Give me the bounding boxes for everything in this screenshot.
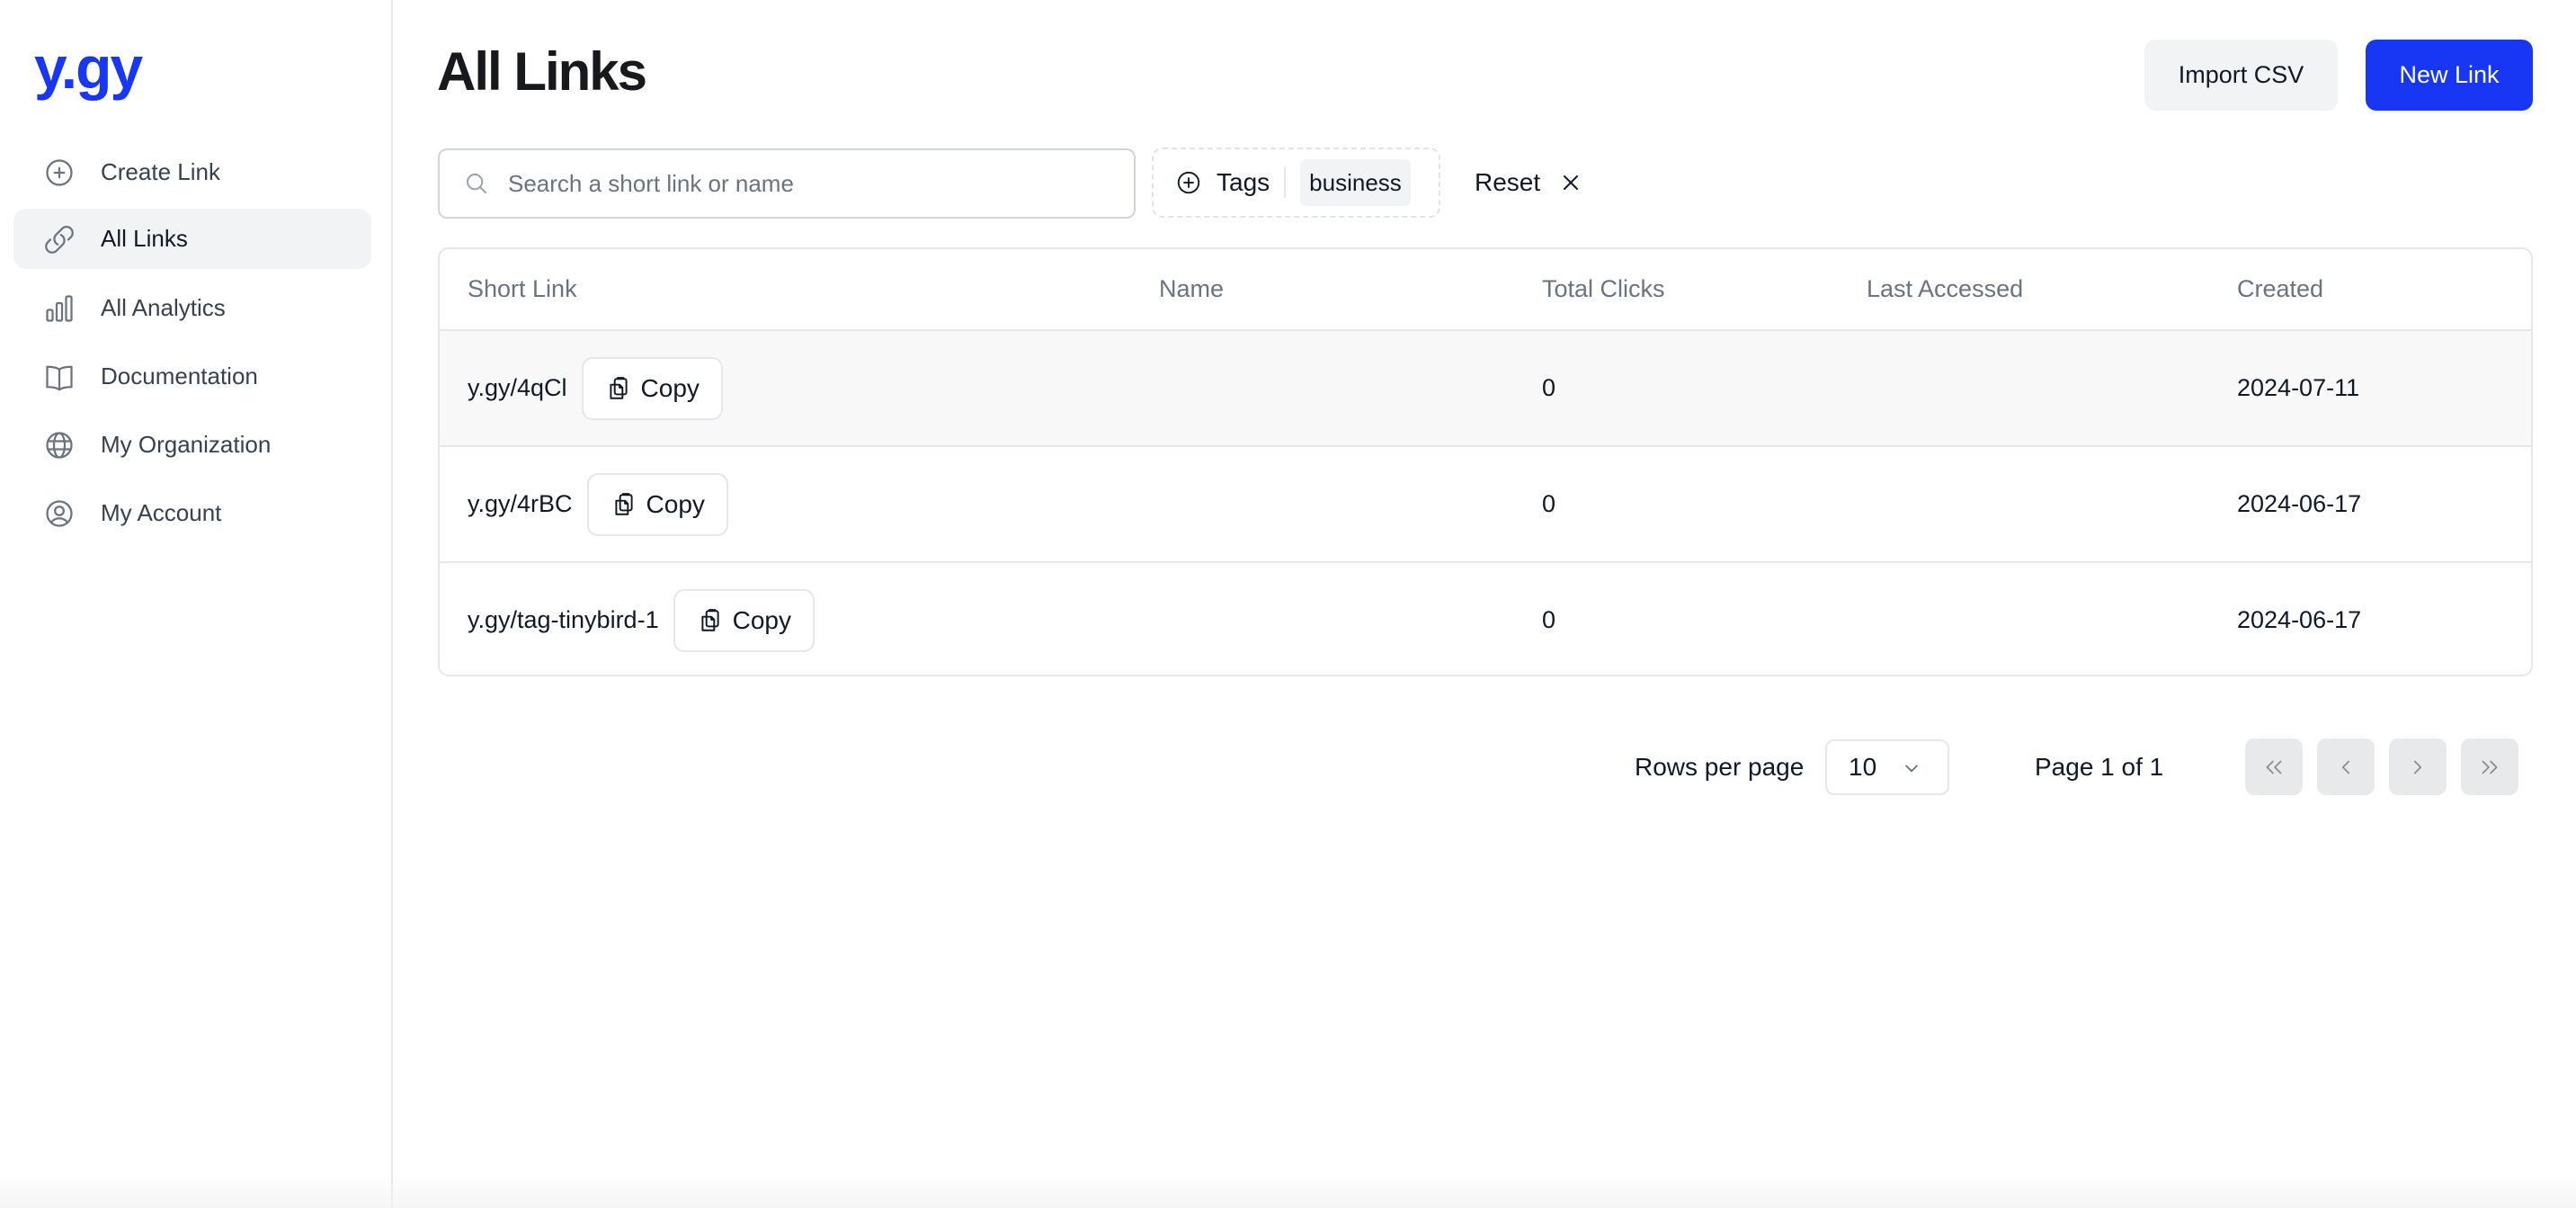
plus-circle-icon	[46, 158, 73, 186]
short-link[interactable]: y.gy/4qCl	[468, 374, 567, 402]
bar-chart-icon	[46, 294, 73, 322]
sidebar-item-all-links[interactable]: All Links	[13, 209, 371, 269]
links-table: Short Link Name Total Clicks Last Access…	[438, 247, 2533, 676]
next-page-button[interactable]	[2389, 738, 2447, 795]
short-link-cell: y.gy/4rBC Copy	[468, 447, 728, 561]
tags-filter-label: Tags	[1217, 168, 1270, 196]
copy-label: Copy	[640, 373, 700, 402]
page-title: All Links	[437, 41, 647, 102]
sidebar-item-label: Documentation	[101, 362, 258, 389]
sidebar-item-label: My Account	[101, 499, 222, 526]
link-icon	[45, 225, 74, 254]
page-info: Page 1 of 1	[2035, 753, 2164, 781]
short-link-cell: y.gy/4qCl Copy	[468, 331, 723, 445]
sidebar-item-documentation[interactable]: Documentation	[13, 346, 371, 407]
logo[interactable]: y.gy	[34, 38, 143, 97]
tags-filter-button[interactable]: Tags business	[1152, 148, 1440, 218]
column-header-name[interactable]: Name	[1159, 249, 1224, 329]
column-header-created[interactable]: Created	[2237, 249, 2323, 329]
search-icon	[467, 174, 486, 193]
table-header: Short Link Name Total Clicks Last Access…	[440, 249, 2531, 331]
user-circle-icon	[46, 499, 73, 527]
total-clicks-cell: 0	[1542, 606, 1556, 633]
copy-label: Copy	[732, 605, 791, 634]
short-link[interactable]: y.gy/tag-tinybird-1	[468, 606, 659, 634]
first-page-button[interactable]	[2245, 738, 2303, 795]
short-link[interactable]: y.gy/4rBC	[468, 490, 573, 518]
search-input[interactable]	[506, 168, 1134, 199]
column-header-short-link[interactable]: Short Link	[468, 249, 577, 329]
chevron-down-icon	[1905, 765, 1918, 773]
search-box	[438, 148, 1136, 219]
chevron-left-icon	[2341, 760, 2350, 774]
sidebar-item-label: All Analytics	[101, 294, 226, 321]
clipboard-icon	[614, 492, 633, 515]
created-cell: 2024-06-17	[2237, 490, 2362, 517]
rows-per-page-value: 10	[1849, 753, 1877, 781]
clipboard-icon	[701, 608, 719, 631]
copy-button[interactable]: Copy	[673, 588, 815, 652]
copy-label: Copy	[646, 489, 705, 518]
sidebar: y.gy Create Link All Links All Analytics…	[0, 0, 393, 1208]
sidebar-item-label: My Organization	[101, 431, 272, 458]
reset-label: Reset	[1475, 168, 1541, 196]
copy-button[interactable]: Copy	[581, 356, 723, 420]
chevron-right-icon	[2413, 760, 2422, 774]
created-cell: 2024-07-11	[2237, 374, 2360, 401]
table-row[interactable]: y.gy/4rBC Copy 0 2024-06-17	[440, 447, 2531, 563]
new-link-button[interactable]: New Link	[2366, 40, 2533, 111]
divider	[1284, 167, 1287, 198]
tag-badge: business	[1300, 159, 1411, 206]
import-csv-button[interactable]: Import CSV	[2144, 40, 2338, 111]
book-open-icon	[46, 365, 73, 390]
sidebar-item-my-organization[interactable]: My Organization	[13, 415, 371, 475]
chevrons-left-icon	[2266, 760, 2282, 774]
reset-filters-button[interactable]: Reset	[1475, 153, 1582, 212]
last-page-button[interactable]	[2461, 738, 2518, 795]
previous-page-button[interactable]	[2317, 738, 2375, 795]
globe-icon	[46, 431, 73, 459]
clipboard-icon	[609, 376, 628, 399]
chevrons-right-icon	[2482, 760, 2498, 774]
table-row[interactable]: y.gy/tag-tinybird-1 Copy 0 2024-06-17	[440, 563, 2531, 675]
rows-per-page-select[interactable]: 10	[1825, 739, 1949, 795]
column-header-total-clicks[interactable]: Total Clicks	[1542, 249, 1665, 329]
close-icon	[1564, 175, 1579, 190]
sidebar-item-label: All Links	[101, 225, 188, 252]
rows-per-page-label: Rows per page	[1635, 753, 1805, 781]
copy-button[interactable]: Copy	[586, 472, 728, 536]
table-row[interactable]: y.gy/4qCl Copy 0 2024-07-11	[440, 331, 2531, 447]
total-clicks-cell: 0	[1542, 490, 1556, 517]
created-cell: 2024-06-17	[2237, 606, 2362, 633]
sidebar-item-create-link[interactable]: Create Link	[13, 142, 371, 202]
sidebar-item-my-account[interactable]: My Account	[13, 483, 371, 543]
sidebar-item-all-analytics[interactable]: All Analytics	[13, 278, 371, 338]
sidebar-item-label: Create Link	[101, 158, 220, 185]
short-link-cell: y.gy/tag-tinybird-1 Copy	[468, 563, 815, 675]
column-header-last-accessed[interactable]: Last Accessed	[1867, 249, 2023, 329]
total-clicks-cell: 0	[1542, 374, 1556, 401]
plus-circle-icon	[1177, 171, 1200, 194]
